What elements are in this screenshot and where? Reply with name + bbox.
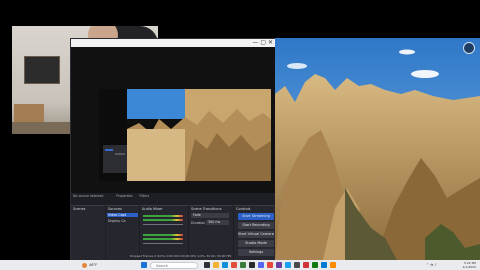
xbox-icon[interactable]: [312, 262, 318, 268]
scene-transitions-header: Scene Transitions: [191, 207, 222, 211]
app-icon[interactable]: [294, 262, 300, 268]
start-recording-button[interactable]: Start Recording: [238, 222, 274, 229]
volume-slider[interactable]: [143, 224, 183, 225]
obs-preview-area: [71, 47, 276, 193]
app-icon[interactable]: [321, 262, 327, 268]
scenes-header: Scenes: [73, 207, 86, 211]
webcam-chalkboard: [24, 56, 60, 84]
store-icon[interactable]: [231, 262, 237, 268]
studio-mode-button[interactable]: Studio Mode: [238, 240, 274, 247]
transition-select[interactable]: Fade: [191, 213, 229, 218]
source-toolbar: No source selected Properties Filters: [73, 194, 149, 198]
sources-header: Sources: [108, 207, 122, 211]
preview-image: [99, 89, 271, 181]
start-icon[interactable]: [141, 262, 147, 268]
audio-mixer-header: Audio Mixer: [142, 207, 163, 211]
chrome-icon[interactable]: [267, 262, 273, 268]
settings-button[interactable]: Settings: [238, 249, 274, 256]
weather-temp[interactable]: 46°F: [89, 260, 97, 270]
clock[interactable]: 5:22 PM 1/1/2025: [452, 261, 476, 270]
clock-date: 1/1/2025: [462, 265, 476, 269]
app-icon[interactable]: [285, 262, 291, 268]
duration-label: Duration: [191, 221, 206, 225]
filters-button[interactable]: Filters: [140, 194, 150, 198]
controls-dock: Controls Start Streaming Start Recording…: [234, 205, 276, 262]
volume-slider[interactable]: [143, 243, 183, 244]
controls-header: Controls: [236, 207, 251, 211]
start-streaming-button[interactable]: Start Streaming: [238, 213, 274, 220]
scenes-dock: Scenes: [71, 205, 105, 262]
obs-window[interactable]: — ▢ ✕ No source selected Properties Filt…: [70, 38, 277, 262]
app-icon[interactable]: [330, 262, 336, 268]
transition-type: Fade: [193, 213, 201, 217]
landscape-scene: [275, 38, 480, 260]
duration-input[interactable]: 300 ms: [206, 220, 229, 225]
app-icon[interactable]: [276, 262, 282, 268]
audio-meter: [143, 234, 183, 236]
obs-taskbar-icon[interactable]: [249, 262, 255, 268]
task-view-icon[interactable]: [204, 262, 210, 268]
properties-button[interactable]: Properties: [116, 194, 132, 198]
edge-icon[interactable]: [222, 262, 228, 268]
file-explorer-icon[interactable]: [213, 262, 219, 268]
obs-preview-canvas[interactable]: [99, 89, 271, 181]
source-item[interactable]: Display Ca: [108, 219, 126, 223]
source-item[interactable]: Video Capt: [108, 213, 126, 217]
audio-meter: [143, 238, 183, 240]
no-source-label: No source selected: [73, 194, 104, 198]
duration-value: 300 ms: [208, 220, 221, 224]
watermark-badge-icon: [463, 42, 475, 54]
audio-meter: [143, 219, 183, 221]
search-input[interactable]: Search: [150, 261, 198, 269]
obs-titlebar[interactable]: — ▢ ✕: [71, 39, 276, 47]
obs-status-bar: Dropped Frames 0 (0.0%) 0:00:00 0:00:00 …: [130, 254, 232, 258]
landscape-image: [275, 38, 480, 260]
weather-icon: [82, 262, 87, 268]
audio-meter: [143, 215, 183, 217]
taskbar: 46°F Search ⌃ ◔ ♪ 5:22 PM 1/1/2025: [0, 260, 480, 270]
app-icon[interactable]: [303, 262, 309, 268]
tray-icons[interactable]: ⌃ ◔ ♪: [426, 263, 436, 267]
window-controls-icon[interactable]: — ▢ ✕: [252, 39, 273, 47]
start-virtual-camera-button[interactable]: Start Virtual Camera: [238, 231, 274, 238]
app-icon[interactable]: [240, 262, 246, 268]
discord-icon[interactable]: [258, 262, 264, 268]
